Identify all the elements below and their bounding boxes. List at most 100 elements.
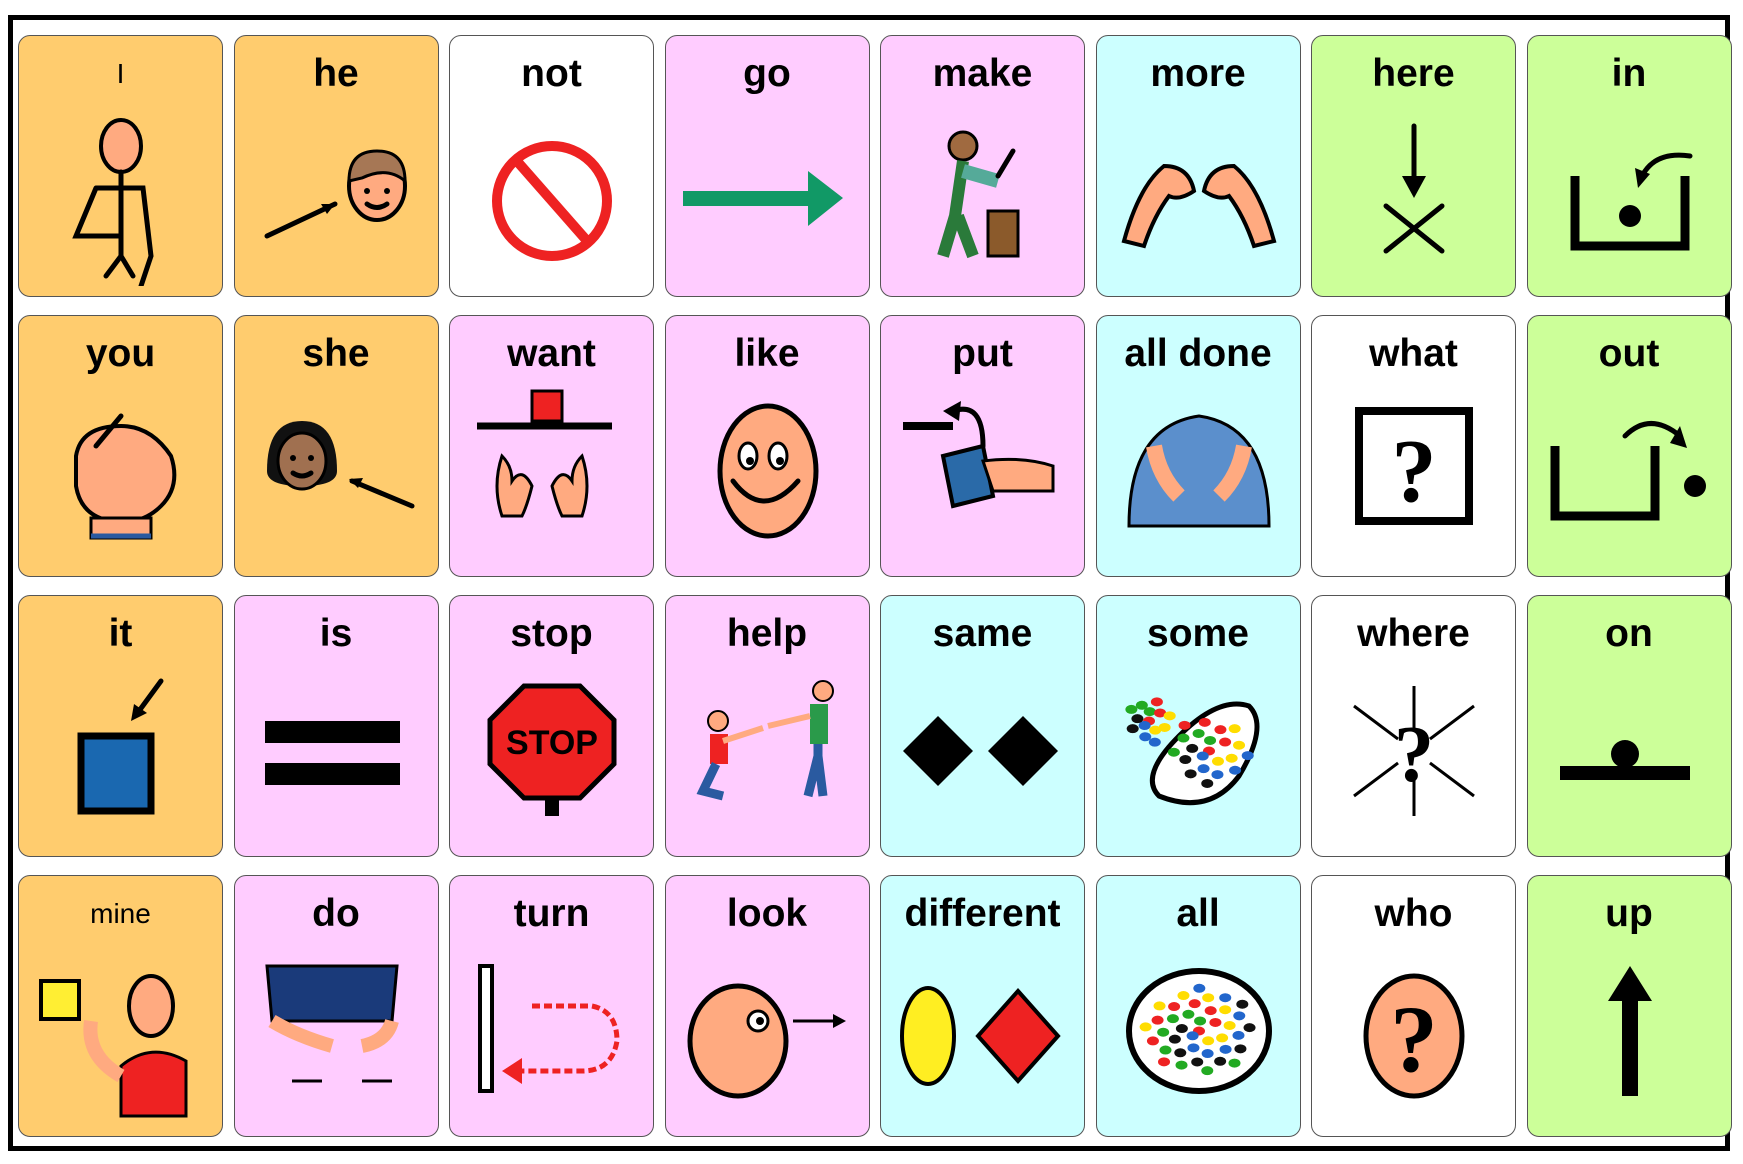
- symbol-label: same: [932, 612, 1033, 655]
- svg-text:?: ?: [1390, 986, 1438, 1092]
- symbol-cell-on[interactable]: on: [1526, 595, 1732, 857]
- put-box-icon: [903, 401, 1055, 509]
- symbol-label: you: [85, 332, 156, 375]
- symbol-label: more: [1150, 52, 1246, 95]
- symbol-label: all: [1176, 892, 1220, 935]
- blue-square-icon: [77, 678, 164, 815]
- two-diamonds-icon: [903, 716, 1058, 786]
- symbol-label: want: [507, 332, 596, 375]
- symbol-cell-same[interactable]: same: [880, 595, 1085, 857]
- pointing-hand-icon: [74, 413, 177, 540]
- symbol-cell-help[interactable]: help: [664, 595, 870, 857]
- symbol-label: look: [726, 892, 808, 935]
- girl-face-icon: [266, 421, 414, 509]
- down-arrow-x-icon: [1383, 123, 1445, 254]
- symbol-cell-who[interactable]: who?: [1311, 875, 1516, 1137]
- question-box-icon: ?: [1355, 407, 1473, 525]
- symbol-label: it: [108, 612, 133, 655]
- symbol-cell-he[interactable]: he: [233, 35, 439, 297]
- head-question-icon: ?: [1363, 973, 1465, 1099]
- symbol-label: on: [1605, 612, 1653, 655]
- symbol-cell-turn[interactable]: turn: [449, 875, 654, 1137]
- ball-out-box-icon: [1550, 421, 1706, 521]
- symbol-cell-in[interactable]: in: [1526, 35, 1732, 297]
- symbol-label: all done: [1124, 332, 1272, 375]
- symbol-label: she: [302, 332, 370, 375]
- symbol-label: different: [904, 892, 1061, 935]
- symbol-cell-all[interactable]: all: [1095, 875, 1301, 1137]
- symbol-label: here: [1372, 52, 1455, 95]
- svg-text:?: ?: [1394, 711, 1434, 799]
- turn-arrow-icon: [478, 964, 620, 1093]
- symbol-cell-more[interactable]: more: [1095, 35, 1301, 297]
- symbol-label: help: [726, 612, 808, 655]
- symbol-label: stop: [510, 612, 593, 655]
- helping-people-icon: [696, 680, 834, 801]
- symbol-label: not: [521, 52, 582, 95]
- symbol-cell-what[interactable]: what?: [1311, 315, 1516, 577]
- symbol-cell-I[interactable]: I: [18, 35, 223, 297]
- symbol-label: out: [1598, 332, 1660, 375]
- arrow-up-icon: [1607, 966, 1652, 1096]
- symbol-label: who: [1374, 892, 1453, 935]
- symbol-label: I: [116, 58, 125, 89]
- symbol-cell-all-done[interactable]: all done: [1095, 315, 1301, 577]
- hands-more-icon: [1121, 163, 1276, 249]
- all-done-sign-icon: [1126, 414, 1271, 528]
- symbol-cell-it[interactable]: it: [18, 595, 223, 857]
- symbol-cell-stop[interactable]: stop STOP: [449, 595, 654, 857]
- self-figure-icon: [72, 118, 154, 286]
- symbol-label: do: [312, 892, 360, 935]
- oval-diamond-icon: [900, 986, 1061, 1086]
- symbol-cell-do[interactable]: do: [233, 875, 439, 1137]
- symbol-cell-you[interactable]: you: [18, 315, 223, 577]
- symbol-label: make: [932, 52, 1033, 95]
- symbol-cell-make[interactable]: make: [880, 35, 1085, 297]
- symbol-label: is: [319, 612, 353, 655]
- symbol-label: where: [1357, 612, 1470, 655]
- ball-on-line-icon: [1559, 740, 1690, 780]
- symbol-cell-here[interactable]: here: [1311, 35, 1516, 297]
- symbol-cell-up[interactable]: up: [1526, 875, 1732, 1137]
- symbol-label: what: [1369, 332, 1458, 375]
- symbol-label: turn: [513, 892, 590, 935]
- symbol-cell-not[interactable]: not: [449, 35, 654, 297]
- all-dots-icon: [1125, 968, 1272, 1094]
- look-face-icon: [687, 983, 846, 1099]
- symbol-cell-put[interactable]: put: [880, 315, 1085, 577]
- smiley-face-icon: [717, 403, 818, 539]
- ball-in-box-icon: [1570, 152, 1692, 251]
- symbol-label: go: [743, 52, 791, 95]
- communication-board: Ihe not go make more here in you she want like put a…: [8, 15, 1732, 1151]
- symbol-cell-some[interactable]: some: [1095, 595, 1301, 857]
- prohibited-icon: [492, 141, 612, 261]
- symbol-cell-look[interactable]: look: [664, 875, 870, 1137]
- symbol-cell-go[interactable]: go: [664, 35, 870, 297]
- symbol-cell-mine[interactable]: mine: [18, 875, 223, 1137]
- do-sign-icon: [264, 964, 399, 1083]
- stop-sign-text: STOP: [506, 724, 598, 762]
- symbol-label: like: [734, 332, 800, 375]
- symbol-label: he: [313, 52, 359, 95]
- symbol-cell-is[interactable]: is: [233, 595, 439, 857]
- mine-person-icon: [39, 974, 188, 1118]
- want-hands-icon: [477, 389, 612, 518]
- symbol-label: up: [1605, 892, 1653, 935]
- some-dots-icon: [1124, 697, 1259, 806]
- symbol-cell-like[interactable]: like: [664, 315, 870, 577]
- svg-text:?: ?: [1392, 422, 1437, 521]
- symbol-cell-where[interactable]: where?: [1311, 595, 1516, 857]
- hammer-worker-icon: [937, 130, 1020, 259]
- symbol-cell-different[interactable]: different: [880, 875, 1085, 1137]
- boy-face-icon: [264, 149, 407, 239]
- symbol-cell-she[interactable]: she: [233, 315, 439, 577]
- symbol-label: put: [952, 332, 1013, 375]
- equals-icon: [264, 721, 400, 785]
- symbol-cell-want[interactable]: want: [449, 315, 654, 577]
- symbol-cell-out[interactable]: out: [1526, 315, 1732, 577]
- symbol-label: some: [1147, 612, 1249, 655]
- stop-sign-icon: STOP: [487, 683, 617, 816]
- question-arrows-icon: ?: [1353, 686, 1475, 816]
- arrow-right-icon: [682, 171, 843, 226]
- symbol-label: mine: [90, 898, 151, 929]
